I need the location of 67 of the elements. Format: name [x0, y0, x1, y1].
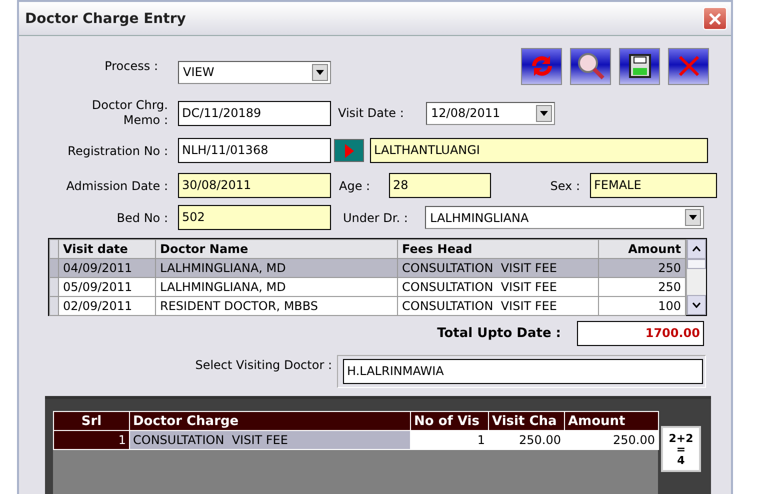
- field-label: Admission Date :: [65, 178, 168, 192]
- table-row[interactable]: 04/09/2011 LALHMINGLIANA, MD CONSULTATION VISIT FEE 250: [50, 258, 686, 278]
- field-label: Visit Date :: [338, 106, 405, 120]
- table-cell: 250.00: [488, 430, 564, 450]
- memo-field[interactable]: DC/11/20189: [178, 100, 331, 126]
- save-button[interactable]: [619, 48, 660, 84]
- total-label: Total Upto Date :: [437, 326, 561, 341]
- column-header: Fees Head: [398, 240, 598, 258]
- column-header: Doctor Charge: [130, 412, 410, 430]
- table-cell: 100: [598, 296, 686, 316]
- column-header: Amount: [564, 412, 658, 430]
- visit-date-dropdown[interactable]: 12/08/2011: [426, 102, 555, 124]
- table-cell: 1: [54, 430, 130, 450]
- scroll-down-icon[interactable]: [687, 295, 706, 315]
- scroll-up-icon[interactable]: [687, 239, 706, 259]
- table-cell: LALHMINGLIANA, MD: [156, 258, 398, 278]
- admission-date-field: 30/08/2011: [178, 173, 331, 198]
- column-header: Srl: [54, 412, 130, 430]
- cross-icon: [678, 55, 700, 77]
- process-dropdown[interactable]: VIEW: [178, 60, 331, 84]
- scrollbar[interactable]: [686, 239, 706, 315]
- sex-field: FEMALE: [590, 173, 717, 198]
- column-header: Visit Cha: [488, 412, 564, 430]
- table-row[interactable]: 05/09/2011 LALHMINGLIANA, MD CONSULTATION VISIT FEE 250: [50, 278, 686, 296]
- column-header: Visit date: [58, 240, 156, 258]
- table-cell: 04/09/2011: [58, 258, 156, 278]
- scroll-thumb[interactable]: [687, 259, 706, 269]
- visiting-doctor-field[interactable]: H.LALRINMAWIA: [343, 359, 703, 384]
- table-cell: CONSULTATION VISIT FEE: [398, 278, 598, 296]
- column-header: Amount: [598, 240, 686, 258]
- table-cell: CONSULTATION VISIT FEE: [398, 296, 598, 316]
- field-label: Process :: [104, 59, 158, 73]
- bed-number-field: 502: [178, 205, 331, 230]
- patient-name-field: LALTHANTLUANGI: [370, 138, 708, 163]
- column-header: No of Vis: [410, 412, 488, 430]
- search-button[interactable]: [570, 48, 611, 84]
- table-cell: 250: [598, 278, 686, 296]
- field-label: Age :: [339, 178, 372, 192]
- table-cell: RESIDENT DOCTOR, MBBS: [156, 296, 398, 316]
- column-header: Doctor Name: [156, 240, 398, 258]
- play-icon: [344, 144, 354, 158]
- search-icon: [576, 51, 606, 81]
- field-label: Select Visiting Doctor :: [194, 357, 332, 372]
- age-field: 28: [389, 173, 491, 198]
- field-label: Sex :: [549, 178, 581, 192]
- field-label: Under Dr. :: [343, 210, 409, 224]
- field-label: Registration No :: [66, 144, 168, 158]
- total-field: 1700.00: [577, 321, 704, 346]
- close-button[interactable]: [703, 7, 727, 30]
- field-label: Bed No :: [116, 210, 168, 224]
- table-cell: CONSULTATION VISIT FEE: [130, 430, 410, 450]
- cancel-button[interactable]: [668, 48, 709, 84]
- table-cell: LALHMINGLIANA, MD: [156, 278, 398, 296]
- doctor-dropdown[interactable]: LALHMINGLIANA: [425, 206, 704, 229]
- table-row[interactable]: 02/09/2011 RESIDENT DOCTOR, MBBS CONSULTATION VISIT FEE 100: [50, 296, 686, 316]
- calculate-button[interactable]: 2+2 = 4: [661, 426, 701, 472]
- field-label: Doctor Chrg. Memo :: [90, 98, 168, 128]
- table-cell: 05/09/2011: [58, 278, 156, 296]
- registration-field[interactable]: NLH/11/01368: [178, 138, 331, 163]
- table-cell: 250.00: [564, 430, 658, 450]
- refresh-button[interactable]: [521, 48, 562, 84]
- table-cell: CONSULTATION VISIT FEE: [398, 258, 598, 278]
- table-cell: 02/09/2011: [58, 296, 156, 316]
- table-cell: 1: [410, 430, 488, 450]
- close-icon: [708, 12, 722, 26]
- table-cell: 250: [598, 258, 686, 278]
- window-title: Doctor Charge Entry: [25, 10, 186, 26]
